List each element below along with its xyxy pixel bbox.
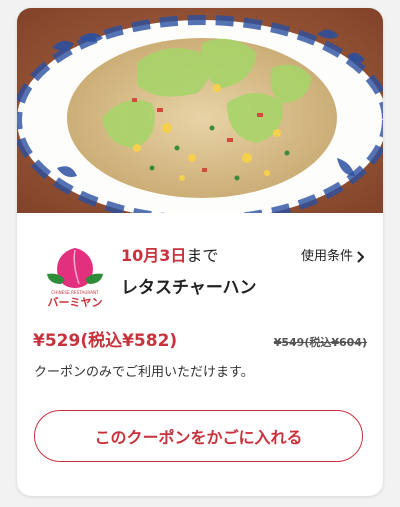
terms-link[interactable]: 使用条件 [301, 248, 365, 266]
add-to-cart-button[interactable]: このクーポンをかごに入れる [34, 410, 363, 462]
coupon-card: CHINESE RESTAURANT バーミヤン 10月3日まで 使用条件 レタ… [17, 8, 383, 496]
add-to-cart-label: このクーポンをかごに入れる [94, 428, 303, 447]
coupon-price: ¥529(税込¥582) [33, 331, 178, 351]
expiry-date-value: 10月3日 [121, 246, 187, 265]
usage-note: クーポンのみでご利用いただけます。 [34, 365, 254, 380]
original-price: ¥549(税込¥604) [273, 336, 367, 349]
product-name: レタスチャーハン [121, 278, 257, 298]
svg-text:バーミヤン: バーミヤン [48, 296, 103, 308]
expiry-date-suffix: まで [186, 246, 219, 265]
svg-text:CHINESE RESTAURANT: CHINESE RESTAURANT [51, 290, 99, 295]
product-photo [17, 8, 383, 213]
price-row: ¥529(税込¥582) ¥549(税込¥604) [33, 326, 373, 351]
expiry-date: 10月3日まで [121, 246, 218, 266]
chevron-right-icon [357, 251, 364, 263]
terms-label: 使用条件 [300, 249, 353, 264]
restaurant-logo: CHINESE RESTAURANT バーミヤン [47, 248, 103, 308]
